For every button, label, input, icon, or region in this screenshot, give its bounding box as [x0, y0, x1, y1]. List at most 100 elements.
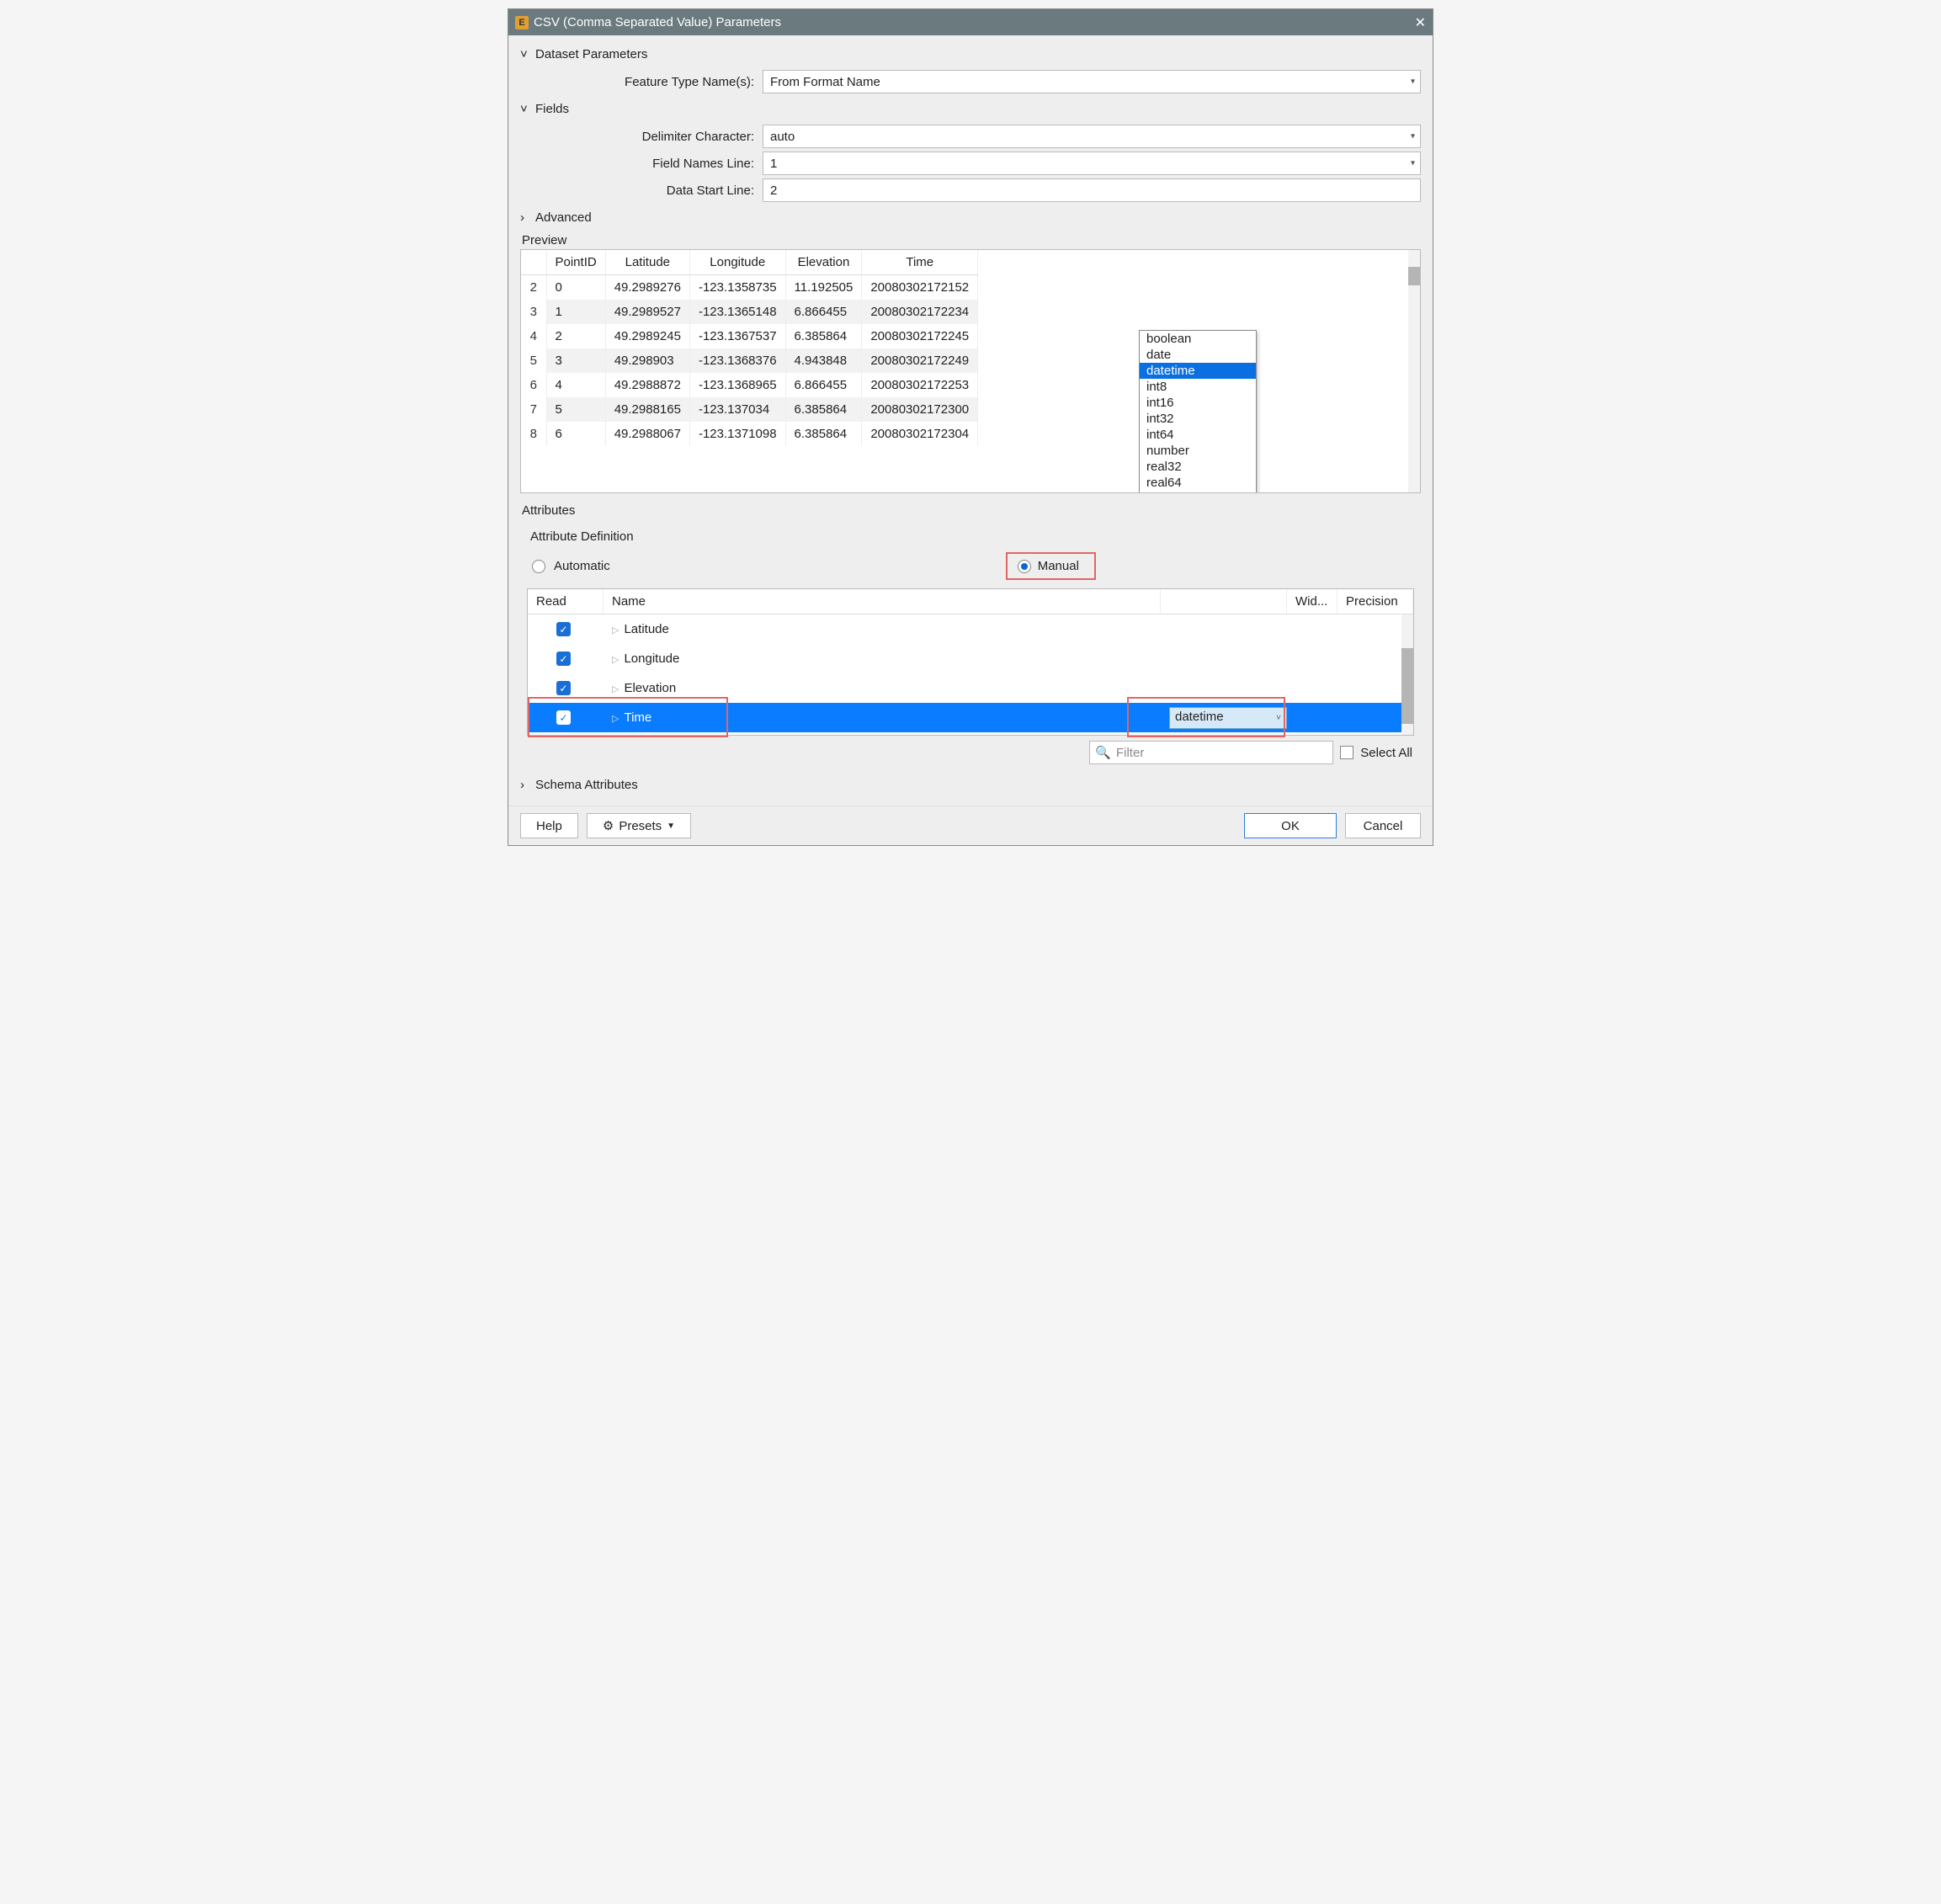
- type-option[interactable]: datetime: [1140, 363, 1256, 379]
- type-option[interactable]: number: [1140, 443, 1256, 459]
- help-button[interactable]: Help: [520, 813, 578, 838]
- row-header[interactable]: 4: [521, 324, 546, 348]
- triangle-right-icon: ▷: [612, 714, 619, 724]
- app-icon: E: [515, 16, 529, 29]
- section-advanced[interactable]: › Advanced: [520, 205, 1421, 230]
- cell: -123.1365148: [689, 300, 785, 324]
- col-name[interactable]: Name: [604, 589, 1161, 614]
- feature-type-label: Feature Type Name(s):: [520, 75, 763, 89]
- cell: 20080302172249: [862, 348, 978, 373]
- cancel-button[interactable]: Cancel: [1345, 813, 1421, 838]
- cell: -123.1358735: [689, 275, 785, 300]
- scrollbar[interactable]: [1408, 250, 1420, 492]
- scrollbar[interactable]: [1401, 614, 1413, 735]
- type-option[interactable]: int8: [1140, 379, 1256, 395]
- type-option[interactable]: int16: [1140, 395, 1256, 411]
- filter-placeholder: Filter: [1116, 746, 1144, 760]
- chevron-down-icon: ▼: [667, 822, 675, 831]
- type-option[interactable]: boolean: [1140, 331, 1256, 347]
- gear-icon: ⚙: [603, 818, 614, 833]
- col-wid[interactable]: Wid...: [1287, 589, 1337, 614]
- fieldnames-select[interactable]: 1 ▾: [763, 152, 1421, 175]
- select-all-label: Select All: [1360, 746, 1412, 760]
- checkbox-icon[interactable]: ✓: [556, 681, 571, 695]
- cell: 6.385864: [785, 324, 862, 348]
- row-header[interactable]: 7: [521, 397, 546, 422]
- footer: Help ⚙ Presets ▼ OK Cancel: [508, 806, 1433, 845]
- col-prec[interactable]: Precision: [1337, 589, 1413, 614]
- cell: 4.943848: [785, 348, 862, 373]
- datastart-label: Data Start Line:: [520, 183, 763, 198]
- datastart-input[interactable]: 2: [763, 178, 1421, 202]
- section-dataset-parameters[interactable]: ˅ Dataset Parameters: [520, 42, 1421, 66]
- attributes-label: Attributes: [520, 493, 1421, 519]
- cell: 49.298903: [605, 348, 689, 373]
- chevron-down-icon: ˅: [1276, 713, 1281, 722]
- type-option[interactable]: real64: [1140, 475, 1256, 491]
- attribute-definition-label: Attribute Definition: [527, 526, 1414, 552]
- cell: -123.1368376: [689, 348, 785, 373]
- row-header[interactable]: 8: [521, 422, 546, 446]
- type-option[interactable]: date: [1140, 347, 1256, 363]
- type-option[interactable]: string: [1140, 491, 1256, 493]
- cell: 6: [546, 422, 605, 446]
- radio-automatic[interactable]: [532, 560, 545, 573]
- attr-row-time[interactable]: ✓ ▷Time datetime ˅: [528, 703, 1413, 732]
- cell: 0: [546, 275, 605, 300]
- row-header[interactable]: 3: [521, 300, 546, 324]
- radio-manual[interactable]: [1018, 560, 1031, 573]
- chevron-down-icon: ▾: [1411, 159, 1415, 168]
- col-header[interactable]: Longitude: [689, 250, 785, 275]
- row-header[interactable]: 5: [521, 348, 546, 373]
- col-header[interactable]: Elevation: [785, 250, 862, 275]
- col-read[interactable]: Read: [528, 589, 604, 614]
- ok-button[interactable]: OK: [1244, 813, 1337, 838]
- type-option[interactable]: int32: [1140, 411, 1256, 427]
- row-header[interactable]: 6: [521, 373, 546, 397]
- presets-button[interactable]: ⚙ Presets ▼: [587, 813, 691, 838]
- cell: 2: [546, 324, 605, 348]
- search-icon: 🔍: [1095, 745, 1111, 760]
- cell: 49.2988872: [605, 373, 689, 397]
- cell: 49.2989245: [605, 324, 689, 348]
- checkbox-icon[interactable]: ✓: [556, 652, 571, 666]
- delimiter-select[interactable]: auto ▾: [763, 125, 1421, 148]
- col-type[interactable]: [1161, 589, 1287, 614]
- cell: -123.137034: [689, 397, 785, 422]
- type-dropdown-popup[interactable]: booleandatedatetimeint8int16int32int64nu…: [1139, 330, 1257, 493]
- select-all-checkbox[interactable]: [1340, 746, 1353, 759]
- col-header[interactable]: PointID: [546, 250, 605, 275]
- preview-table-container: PointID Latitude Longitude Elevation Tim…: [520, 249, 1421, 493]
- type-option[interactable]: int64: [1140, 427, 1256, 443]
- col-header[interactable]: Latitude: [605, 250, 689, 275]
- titlebar: E CSV (Comma Separated Value) Parameters…: [508, 9, 1433, 35]
- cell: 20080302172152: [862, 275, 978, 300]
- cell: 6.385864: [785, 422, 862, 446]
- attr-row-elevation[interactable]: ✓ ▷Elevation: [528, 673, 1413, 703]
- close-icon[interactable]: ✕: [1415, 14, 1426, 31]
- filter-input[interactable]: 🔍 Filter: [1089, 741, 1333, 764]
- automatic-label: Automatic: [554, 559, 610, 573]
- col-header[interactable]: Time: [862, 250, 978, 275]
- cell: 6.866455: [785, 300, 862, 324]
- section-schema-attributes[interactable]: › Schema Attributes: [520, 773, 1421, 797]
- chevron-down-icon: ˅: [520, 102, 530, 116]
- window-title: CSV (Comma Separated Value) Parameters: [534, 15, 781, 29]
- cell: 1: [546, 300, 605, 324]
- dialog-window: E CSV (Comma Separated Value) Parameters…: [508, 8, 1433, 846]
- chevron-right-icon: ›: [520, 210, 530, 225]
- type-select[interactable]: datetime ˅: [1169, 707, 1287, 729]
- checkbox-icon[interactable]: ✓: [556, 622, 571, 636]
- chevron-right-icon: ›: [520, 778, 530, 792]
- attr-row-latitude[interactable]: ✓ ▷Latitude: [528, 614, 1413, 644]
- type-option[interactable]: real32: [1140, 459, 1256, 475]
- feature-type-select[interactable]: From Format Name ▾: [763, 70, 1421, 93]
- checkbox-icon[interactable]: ✓: [556, 710, 571, 725]
- cell: 49.2989276: [605, 275, 689, 300]
- cell: 49.2988165: [605, 397, 689, 422]
- row-header[interactable]: 2: [521, 275, 546, 300]
- chevron-down-icon: ▾: [1411, 77, 1415, 87]
- cell: 20080302172300: [862, 397, 978, 422]
- attr-row-longitude[interactable]: ✓ ▷Longitude: [528, 644, 1413, 673]
- section-fields[interactable]: ˅ Fields: [520, 97, 1421, 121]
